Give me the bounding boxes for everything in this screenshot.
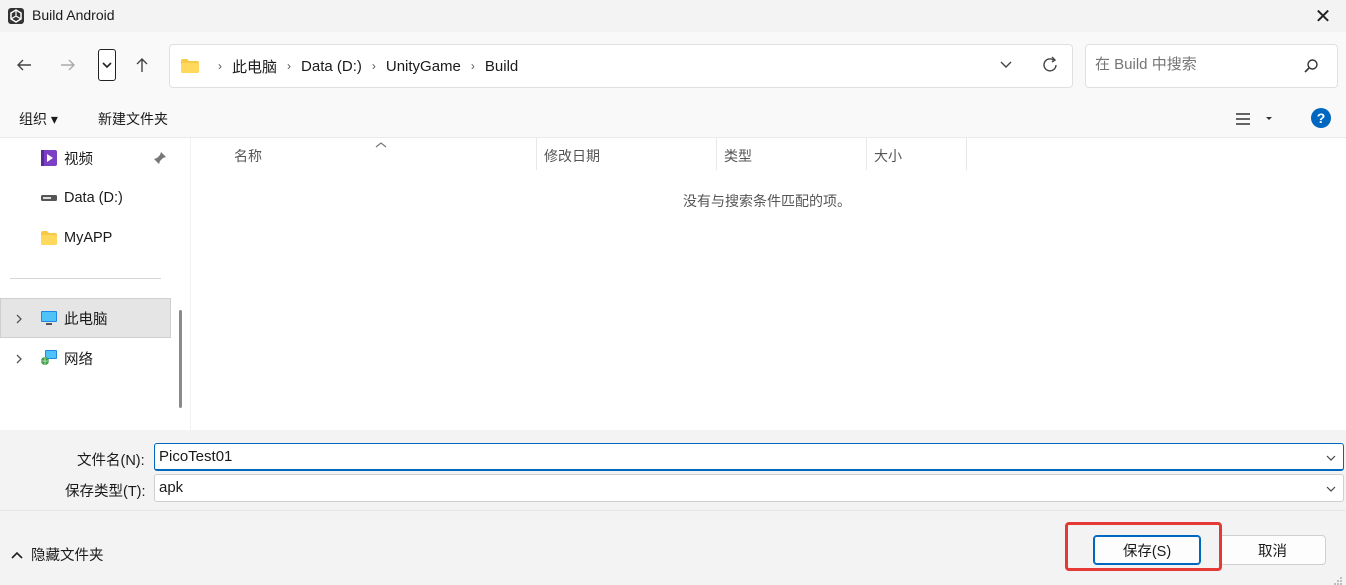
filetype-value: apk — [159, 479, 184, 496]
sort-ascending-icon — [374, 137, 388, 148]
filename-label: 文件名(N): — [77, 453, 145, 469]
search-icon[interactable] — [1303, 58, 1319, 74]
column-header-name[interactable]: 名称 — [234, 146, 262, 166]
sidebar-item-network[interactable]: 网络 — [40, 348, 93, 368]
column-separator[interactable] — [866, 138, 867, 170]
close-icon: ✕ — [1314, 5, 1332, 28]
sidebar-item-label: Data (D:) — [64, 190, 123, 206]
sidebar-item-label: MyAPP — [64, 230, 113, 246]
help-icon: ? — [1316, 110, 1326, 126]
organize-menu-button[interactable]: 组织 ▾ — [19, 109, 58, 129]
annotation-highlight-box — [1065, 522, 1222, 571]
help-button[interactable]: ? — [1311, 108, 1331, 128]
chevron-right-icon: › — [218, 59, 222, 73]
network-icon — [41, 350, 57, 365]
recent-locations-button[interactable] — [98, 49, 116, 81]
unity-app-icon — [7, 7, 25, 25]
empty-results-message: 没有与搜索条件匹配的项。 — [683, 193, 851, 209]
pin-icon[interactable] — [153, 151, 167, 168]
expand-chevron-icon[interactable] — [13, 352, 25, 368]
folder-icon — [41, 231, 57, 245]
sidebar-item-label: 视频 — [64, 151, 93, 168]
close-button[interactable]: ✕ — [1300, 0, 1346, 32]
new-folder-button[interactable]: 新建文件夹 — [98, 109, 168, 129]
cancel-button[interactable]: 取消 — [1219, 535, 1326, 565]
filename-combobox[interactable] — [154, 443, 1344, 471]
back-button[interactable] — [8, 49, 40, 81]
refresh-icon — [1043, 56, 1057, 72]
chevron-down-icon — [102, 62, 112, 69]
window-title: Build Android — [32, 7, 115, 23]
breadcrumb-build[interactable]: Build — [485, 58, 518, 75]
sidebar-divider — [10, 278, 161, 279]
column-header-size[interactable]: 大小 — [874, 146, 902, 166]
search-box[interactable] — [1085, 44, 1338, 88]
drive-icon — [41, 195, 57, 201]
navigation-pane — [0, 138, 190, 430]
column-separator[interactable] — [536, 138, 537, 170]
command-bar — [0, 98, 1346, 138]
forward-button[interactable] — [52, 49, 84, 81]
column-separator[interactable] — [966, 138, 967, 170]
sidebar-item-label: 此电脑 — [64, 311, 108, 328]
chevron-up-icon — [11, 551, 23, 559]
filetype-select[interactable]: apk — [154, 474, 1344, 502]
breadcrumb: › 此电脑 › Data (D:) › UnityGame › Build — [180, 44, 518, 88]
video-icon — [41, 150, 57, 166]
sidebar-item-this-pc[interactable]: 此电脑 — [40, 308, 108, 328]
chevron-right-icon: › — [470, 59, 475, 73]
refresh-button[interactable] — [1040, 55, 1060, 75]
computer-icon — [41, 311, 57, 325]
chevron-down-icon[interactable] — [1325, 483, 1337, 495]
column-separator[interactable] — [716, 138, 717, 170]
breadcrumb-this-pc[interactable]: 此电脑 — [232, 56, 277, 77]
sidebar-item-myapp[interactable]: MyAPP — [40, 228, 112, 248]
address-history-dropdown[interactable] — [998, 56, 1018, 76]
up-button[interactable] — [126, 49, 158, 81]
breadcrumb-data-drive[interactable]: Data (D:) — [301, 58, 362, 75]
resize-grip-icon[interactable] — [1333, 573, 1343, 585]
column-header-type[interactable]: 类型 — [724, 146, 752, 166]
arrow-right-icon — [61, 59, 75, 71]
chevron-down-icon — [1000, 61, 1012, 68]
sidebar-item-data-drive[interactable]: Data (D:) — [40, 188, 123, 208]
column-header-modified[interactable]: 修改日期 — [544, 146, 600, 166]
arrow-left-icon — [17, 59, 31, 71]
chevron-down-icon[interactable] — [1325, 452, 1337, 464]
list-view-icon — [1236, 113, 1272, 125]
file-list[interactable] — [191, 138, 1346, 430]
breadcrumb-unitygame[interactable]: UnityGame — [386, 58, 461, 75]
hide-folders-toggle[interactable]: 隐藏文件夹 — [10, 544, 104, 565]
sidebar-item-videos[interactable]: 视频 — [40, 148, 93, 168]
sidebar-scrollbar[interactable] — [179, 310, 182, 408]
search-input[interactable] — [1095, 56, 1295, 73]
sidebar-item-label: 网络 — [64, 351, 93, 368]
chevron-right-icon: › — [287, 59, 292, 73]
expand-chevron-icon[interactable] — [13, 312, 25, 328]
filename-input[interactable] — [159, 448, 1259, 465]
filetype-label: 保存类型(T): — [65, 484, 146, 500]
arrow-up-icon — [136, 58, 148, 72]
view-options-button[interactable] — [1234, 110, 1274, 128]
hide-folders-label: 隐藏文件夹 — [31, 548, 104, 564]
folder-icon — [181, 59, 199, 73]
title-bar — [0, 0, 1346, 32]
chevron-right-icon: › — [371, 59, 376, 73]
